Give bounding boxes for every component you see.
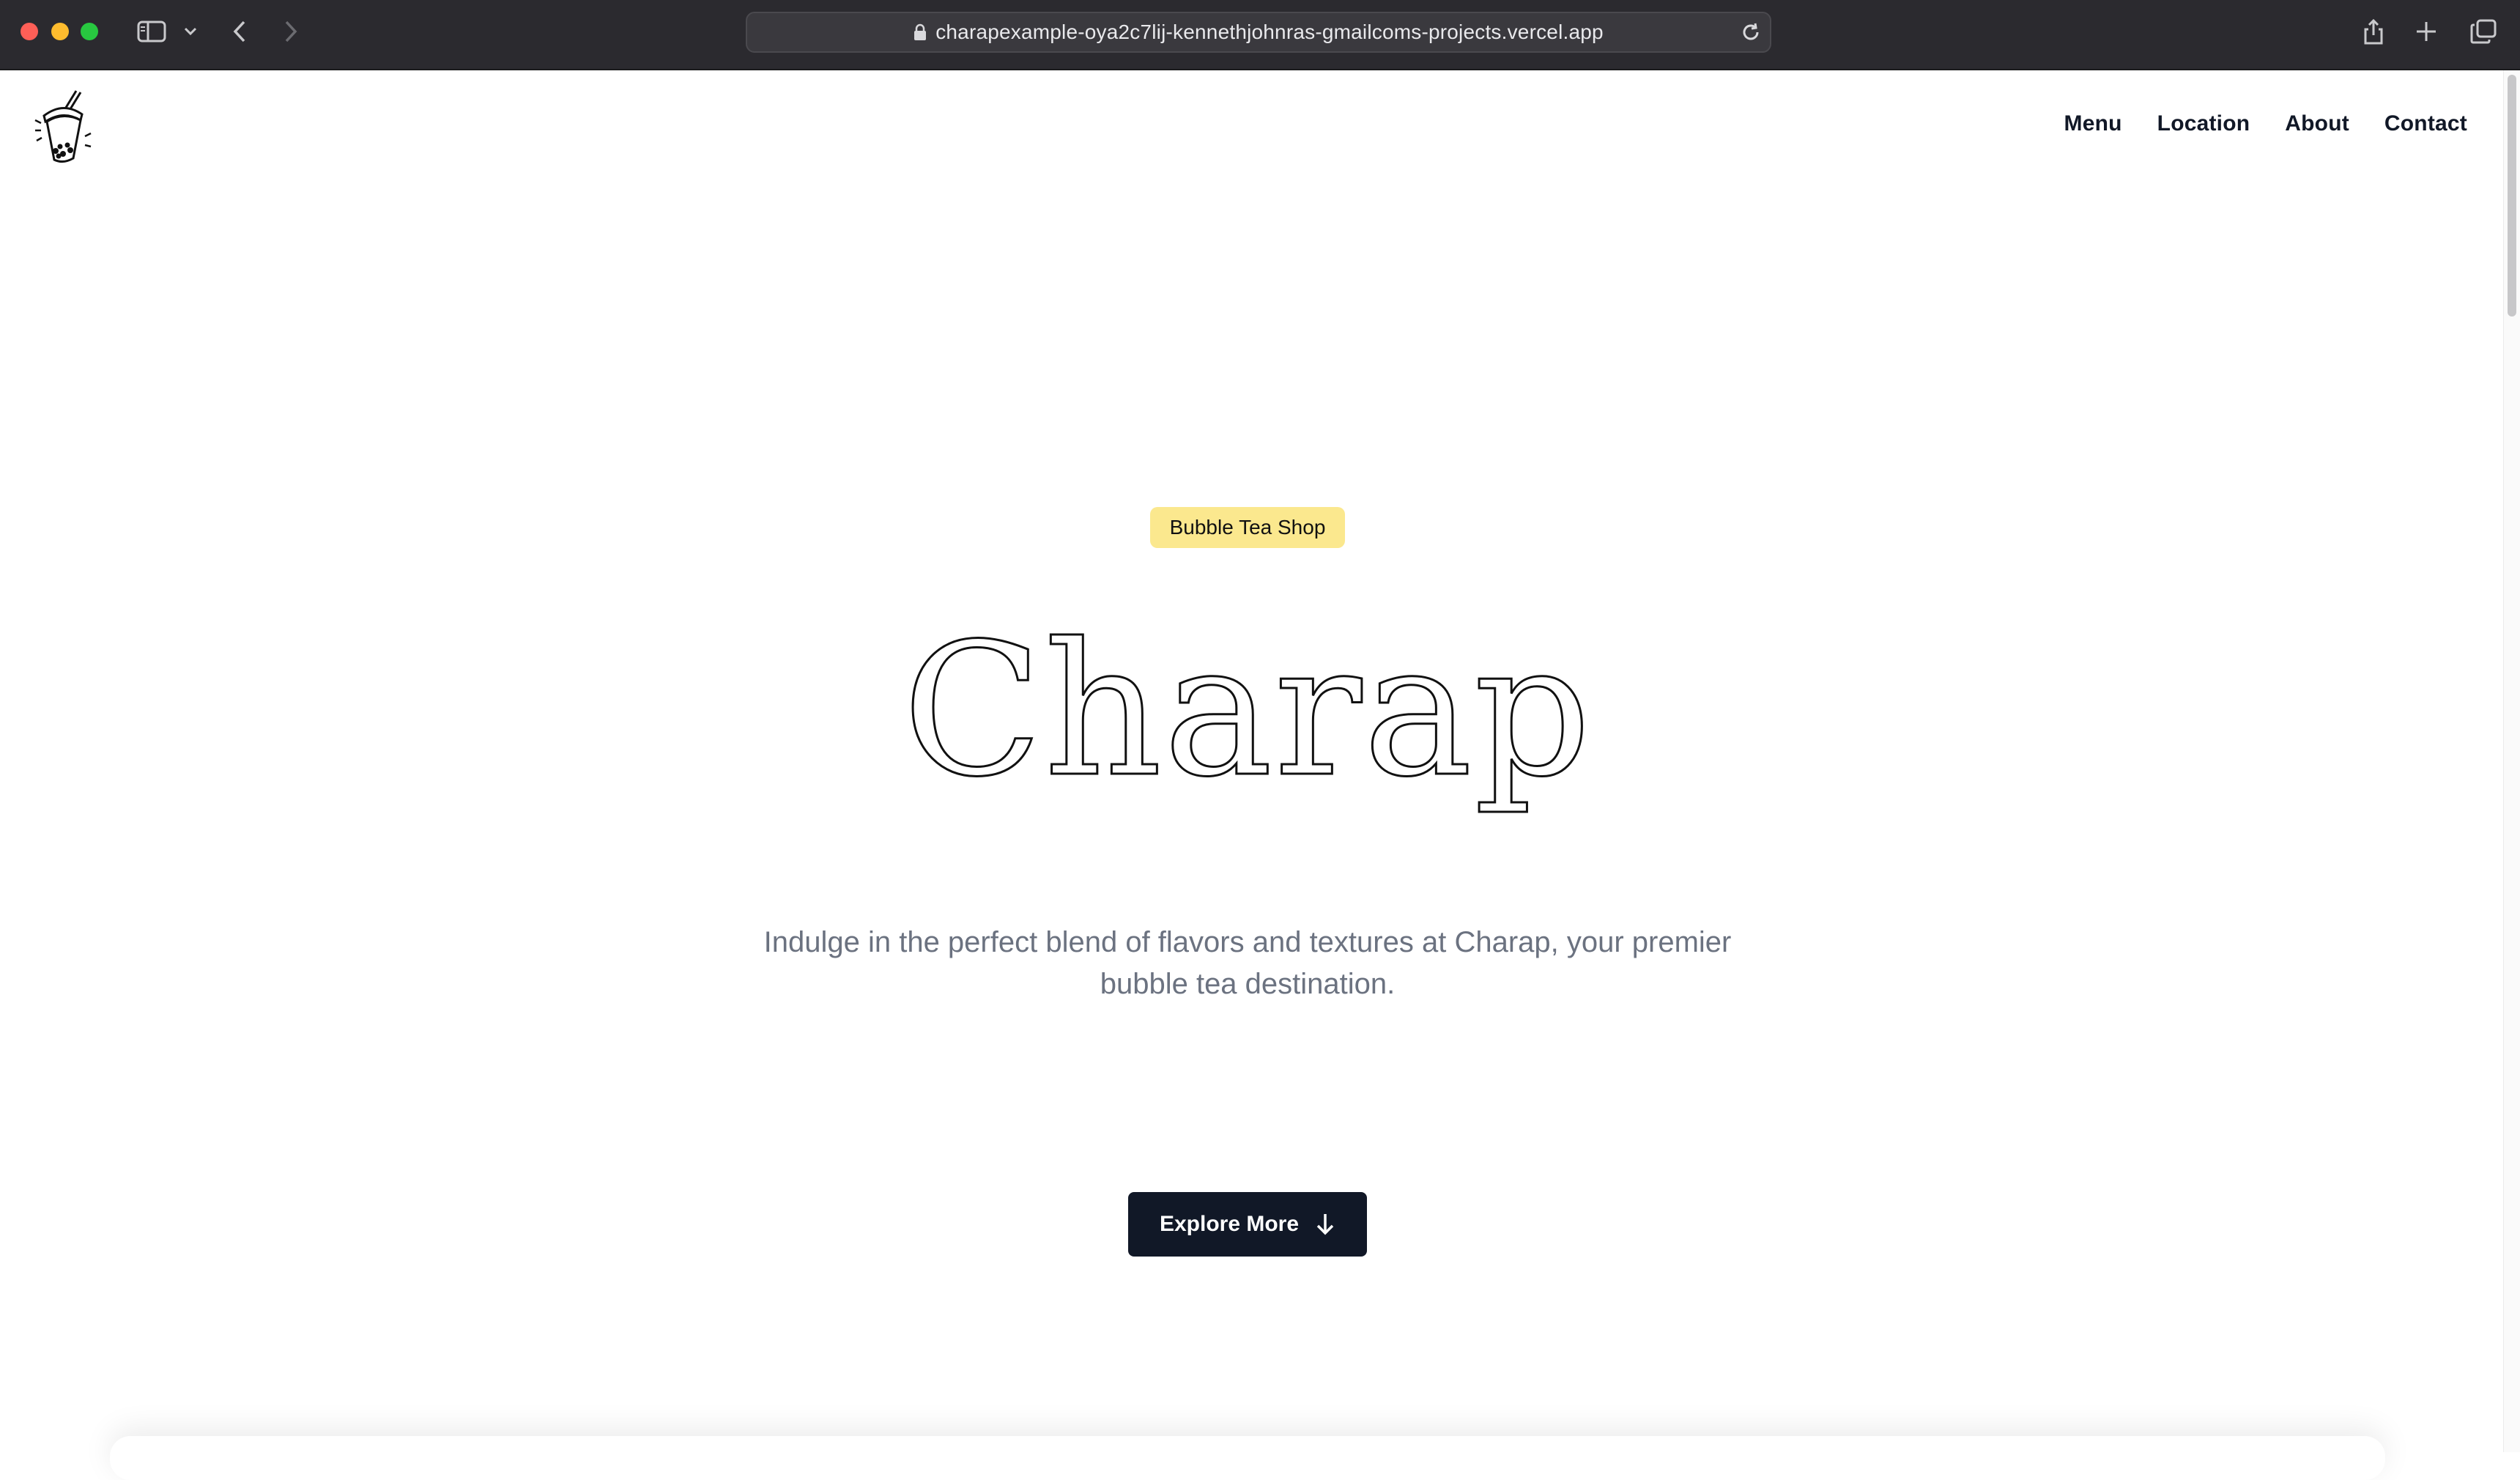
lock-icon [914,23,927,41]
hero-title: Charap [902,603,1593,818]
reload-icon[interactable] [1739,21,1763,48]
share-icon[interactable] [2360,13,2387,50]
nav-about-link[interactable]: About [2285,111,2349,136]
sidebar-toggle-icon[interactable] [133,13,170,50]
main-nav: Menu Location About Contact [2064,111,2467,136]
new-tab-icon[interactable] [2413,13,2439,50]
arrow-down-icon [1315,1213,1335,1236]
nav-contact-link[interactable]: Contact [2384,111,2467,136]
zoom-window-button[interactable] [81,23,98,40]
tab-overview-icon[interactable] [2469,13,2498,50]
category-badge: Bubble Tea Shop [1150,507,1345,548]
nav-location-link[interactable]: Location [2157,111,2250,136]
next-section-card [110,1436,2385,1480]
nav-menu-link[interactable]: Menu [2064,111,2122,136]
hero-tagline: Indulge in the perfect blend of flavors … [763,926,1732,1000]
address-bar[interactable]: charapexample-oya2c7lij-kennethjohnras-g… [746,12,1771,53]
page-scrollbar[interactable] [2503,70,2520,1452]
url-text: charapexample-oya2c7lij-kennethjohnras-g… [935,21,1604,43]
browser-toolbar: charapexample-oya2c7lij-kennethjohnras-g… [0,0,2520,70]
explore-more-button[interactable]: Explore More [1128,1192,1367,1257]
bubble-tea-cup-icon[interactable] [34,88,92,169]
close-window-button[interactable] [21,23,38,40]
scrollbar-thumb[interactable] [2508,75,2516,317]
chevron-down-icon[interactable] [180,13,201,50]
forward-icon[interactable] [280,13,302,50]
explore-more-label: Explore More [1159,1212,1300,1236]
minimize-window-button[interactable] [51,23,69,40]
back-icon[interactable] [229,13,251,50]
